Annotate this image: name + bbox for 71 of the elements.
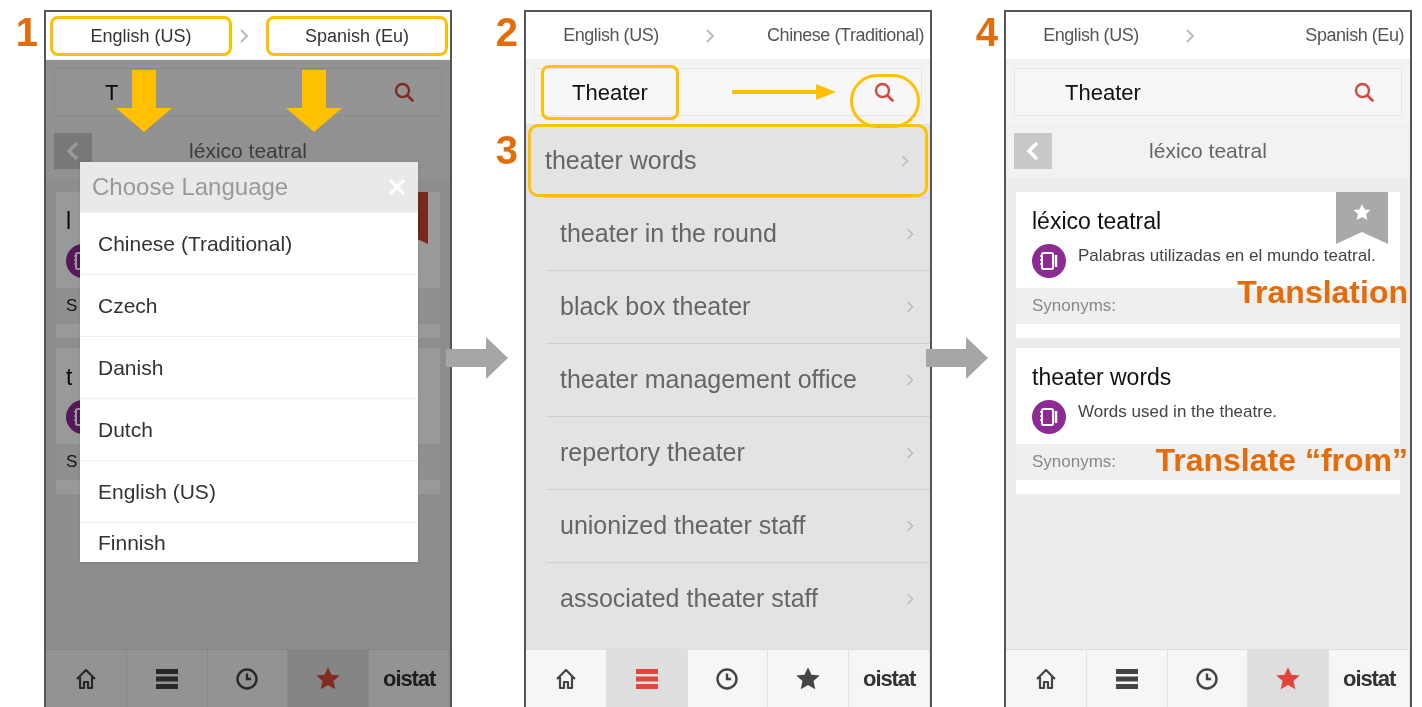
synonyms-label: S xyxy=(66,451,78,474)
highlight-arrow xyxy=(116,70,172,132)
chevron-left-icon xyxy=(1026,141,1040,161)
search-icon[interactable] xyxy=(873,81,895,103)
language-from-button[interactable]: English (US) xyxy=(1006,15,1176,56)
card-title: theater words xyxy=(1031,363,1173,392)
result-row[interactable]: black box theater xyxy=(546,270,930,343)
step-number: 2 xyxy=(495,12,518,52)
chevron-right-icon xyxy=(906,592,914,606)
annotation-label: Translate “from” xyxy=(1155,442,1408,478)
chevron-right-icon xyxy=(704,27,716,44)
language-option[interactable]: Czech xyxy=(80,274,418,336)
result-row[interactable]: unionized theater staff xyxy=(546,489,930,562)
language-from-button[interactable]: English (US) xyxy=(50,16,232,56)
synonyms-label: S xyxy=(66,295,78,318)
step-number: 3 xyxy=(495,130,518,170)
language-option[interactable]: Dutch xyxy=(80,398,418,460)
result-row[interactable]: repertory theater xyxy=(546,416,930,489)
star-icon xyxy=(315,666,342,691)
highlight-arrow xyxy=(286,70,342,132)
chevron-right-icon xyxy=(1184,27,1196,44)
language-option[interactable]: Chinese (Traditional) xyxy=(80,212,418,274)
search-text: T xyxy=(104,78,120,107)
search-text: Theater xyxy=(1064,78,1142,107)
chevron-right-icon xyxy=(906,446,914,460)
chevron-right-icon xyxy=(906,300,914,314)
language-from-button[interactable]: English (US) xyxy=(526,15,696,56)
page-title: léxico teatral xyxy=(188,138,308,165)
language-option[interactable]: English (US) xyxy=(80,460,418,522)
result-row[interactable]: associated theater staff xyxy=(546,562,930,635)
result-row[interactable]: theater in the round xyxy=(546,197,930,270)
step-number: 4 xyxy=(975,12,998,52)
page-title: léxico teatral xyxy=(1148,138,1268,165)
search-icon[interactable] xyxy=(1353,81,1375,103)
chevron-right-icon xyxy=(906,519,914,533)
card-title: l xyxy=(65,207,73,236)
list-icon xyxy=(634,667,659,690)
synonyms-label: Synonyms: xyxy=(1032,295,1117,318)
dialog-title: Choose Language xyxy=(92,172,290,202)
annotation-label: Translation xyxy=(1237,274,1408,310)
back-button[interactable] xyxy=(54,133,92,169)
chevron-right-icon xyxy=(906,227,914,241)
definition-text: Palabras utilizadas en el mundo teatral. xyxy=(1078,245,1376,267)
language-to-button[interactable]: Spanish (Eu) xyxy=(1204,15,1410,56)
result-row[interactable]: theater words xyxy=(528,124,928,197)
next-step-arrow xyxy=(446,337,508,379)
next-step-arrow xyxy=(926,337,988,379)
chevron-right-icon xyxy=(901,153,909,168)
star-icon xyxy=(1275,666,1302,691)
clock-icon xyxy=(715,666,740,691)
step-number: 1 xyxy=(15,12,38,52)
notebook-icon xyxy=(1032,244,1066,278)
list-icon xyxy=(1114,667,1139,690)
clock-icon xyxy=(1195,666,1220,691)
search-icon[interactable] xyxy=(393,81,415,103)
star-icon xyxy=(795,666,822,691)
language-option[interactable]: Finnish xyxy=(80,522,418,562)
chevron-right-icon xyxy=(238,28,250,44)
card-title: t xyxy=(65,363,74,392)
card-title: léxico teatral xyxy=(1031,207,1163,236)
definition-text: Words used in the theatre. xyxy=(1078,401,1278,423)
language-option[interactable]: Danish xyxy=(80,336,418,398)
bookmark-icon[interactable] xyxy=(1336,192,1388,244)
notebook-icon xyxy=(1032,400,1066,434)
search-field[interactable]: Theater xyxy=(1014,68,1402,116)
search-text: Theater xyxy=(541,64,679,120)
chevron-left-icon xyxy=(66,141,80,161)
language-to-button[interactable]: Chinese (Traditional) xyxy=(724,15,930,56)
synonyms-label: Synonyms: xyxy=(1032,451,1117,474)
chevron-right-icon xyxy=(906,373,914,387)
language-to-button[interactable]: Spanish (Eu) xyxy=(266,16,448,56)
